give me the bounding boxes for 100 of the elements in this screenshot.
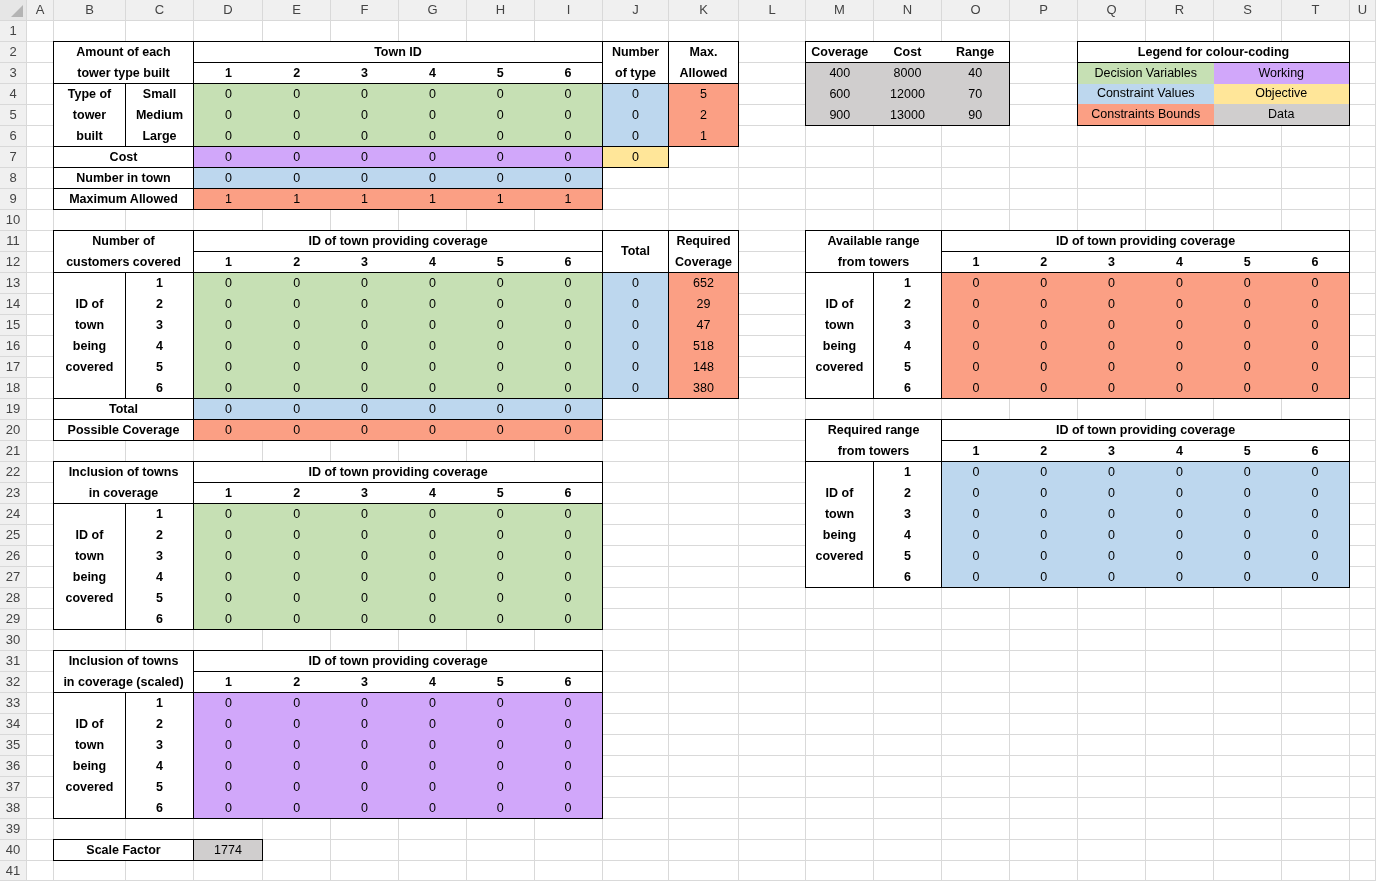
- column-header[interactable]: O: [942, 0, 1009, 20]
- column-header[interactable]: I: [535, 0, 602, 20]
- column-header[interactable]: A: [27, 0, 53, 20]
- row-header[interactable]: 16: [0, 336, 26, 356]
- cell-value: 0: [293, 149, 301, 166]
- column-header[interactable]: E: [263, 0, 330, 20]
- row-header[interactable]: 41: [0, 861, 26, 880]
- cell-value: 0: [496, 401, 504, 418]
- row-header[interactable]: 21: [0, 441, 26, 461]
- cell-value: 0: [1040, 275, 1048, 292]
- column-header[interactable]: S: [1214, 0, 1281, 20]
- select-all-corner[interactable]: [0, 0, 26, 20]
- row-header[interactable]: 10: [0, 210, 26, 230]
- cell-value: 0: [564, 128, 572, 145]
- row-header[interactable]: 26: [0, 546, 26, 566]
- cell-value: 0: [1243, 317, 1251, 334]
- row-header[interactable]: 13: [0, 273, 26, 293]
- column-header[interactable]: U: [1350, 0, 1375, 20]
- cell-value: 0: [1040, 527, 1048, 544]
- cell-value: 0: [1175, 338, 1183, 355]
- row-header[interactable]: 24: [0, 504, 26, 524]
- row-header[interactable]: 25: [0, 525, 26, 545]
- column-header[interactable]: Q: [1078, 0, 1145, 20]
- cell-value: 0: [293, 527, 301, 544]
- column-header[interactable]: T: [1282, 0, 1349, 20]
- row-header[interactable]: 32: [0, 672, 26, 692]
- row-header[interactable]: 34: [0, 714, 26, 734]
- row-header[interactable]: 28: [0, 588, 26, 608]
- column-header[interactable]: L: [739, 0, 805, 20]
- cell-value: 6: [156, 380, 163, 397]
- row-header[interactable]: 33: [0, 693, 26, 713]
- cell-value: 0: [1311, 275, 1319, 292]
- row-header[interactable]: 3: [0, 63, 26, 83]
- cell-value: 0: [293, 716, 301, 733]
- cell-value: 0: [224, 149, 232, 166]
- column-header[interactable]: P: [1010, 0, 1077, 20]
- cell-value: 0: [1175, 485, 1183, 502]
- cell-value: 0: [361, 695, 369, 712]
- row-header[interactable]: 36: [0, 756, 26, 776]
- row-header[interactable]: 1: [0, 21, 26, 41]
- row-header[interactable]: 17: [0, 357, 26, 377]
- cell-value: 6: [564, 254, 572, 271]
- row-header[interactable]: 29: [0, 609, 26, 629]
- cell-value: 0: [293, 338, 301, 355]
- cell-value: 6: [564, 674, 572, 691]
- cell-value: 0: [972, 506, 980, 523]
- cell-value: 1: [700, 128, 707, 145]
- row-header[interactable]: 12: [0, 252, 26, 272]
- row-header[interactable]: 9: [0, 189, 26, 209]
- row-header[interactable]: 37: [0, 777, 26, 797]
- cell-value: 0: [972, 338, 980, 355]
- row-header[interactable]: 23: [0, 483, 26, 503]
- cell-value: 1: [293, 191, 301, 208]
- row-header[interactable]: 5: [0, 105, 26, 125]
- column-header[interactable]: H: [467, 0, 534, 20]
- column-header[interactable]: K: [669, 0, 738, 20]
- row-header[interactable]: 15: [0, 315, 26, 335]
- row-header[interactable]: 6: [0, 126, 26, 146]
- cell-value: 0: [496, 296, 504, 313]
- table-heading: ID of town providing coverage: [308, 652, 488, 670]
- cell-value: 1: [904, 464, 911, 481]
- row-header[interactable]: 27: [0, 567, 26, 587]
- column-header[interactable]: C: [126, 0, 193, 20]
- cell-value: 0: [496, 716, 504, 733]
- cell-value: 4: [428, 65, 436, 82]
- cell-value: 0: [1040, 359, 1048, 376]
- row-header[interactable]: 40: [0, 840, 26, 860]
- row-header[interactable]: 11: [0, 231, 26, 251]
- row-header[interactable]: 20: [0, 420, 26, 440]
- row-header[interactable]: 2: [0, 42, 26, 62]
- cell-value: 0: [972, 317, 980, 334]
- row-header[interactable]: 38: [0, 798, 26, 818]
- column-header[interactable]: F: [331, 0, 398, 20]
- row-header[interactable]: 35: [0, 735, 26, 755]
- row-header[interactable]: 30: [0, 630, 26, 650]
- column-header[interactable]: B: [54, 0, 125, 20]
- row-header[interactable]: 8: [0, 168, 26, 188]
- column-header[interactable]: N: [874, 0, 941, 20]
- row-header[interactable]: 18: [0, 378, 26, 398]
- cell-value: 0: [564, 548, 572, 565]
- cell-value: 0: [1243, 485, 1251, 502]
- cell-value: 0: [564, 737, 572, 754]
- row-header[interactable]: 7: [0, 147, 26, 167]
- row-header[interactable]: 14: [0, 294, 26, 314]
- column-header[interactable]: M: [806, 0, 873, 20]
- row-header[interactable]: 4: [0, 84, 26, 104]
- cell-value: 2: [156, 296, 163, 313]
- column-header[interactable]: G: [399, 0, 466, 20]
- column-header[interactable]: R: [1146, 0, 1213, 20]
- legend-entry: Constraints Bounds: [1078, 104, 1214, 125]
- row-header[interactable]: 22: [0, 462, 26, 482]
- column-header[interactable]: D: [194, 0, 262, 20]
- row-header[interactable]: 19: [0, 399, 26, 419]
- row-header[interactable]: 31: [0, 651, 26, 671]
- cell-value: 4: [428, 254, 436, 271]
- cell-value: Cost: [893, 44, 922, 61]
- cell-value: 0: [972, 548, 980, 565]
- row-header[interactable]: 39: [0, 819, 26, 839]
- column-header[interactable]: J: [603, 0, 668, 20]
- cell-value: 0: [564, 149, 572, 166]
